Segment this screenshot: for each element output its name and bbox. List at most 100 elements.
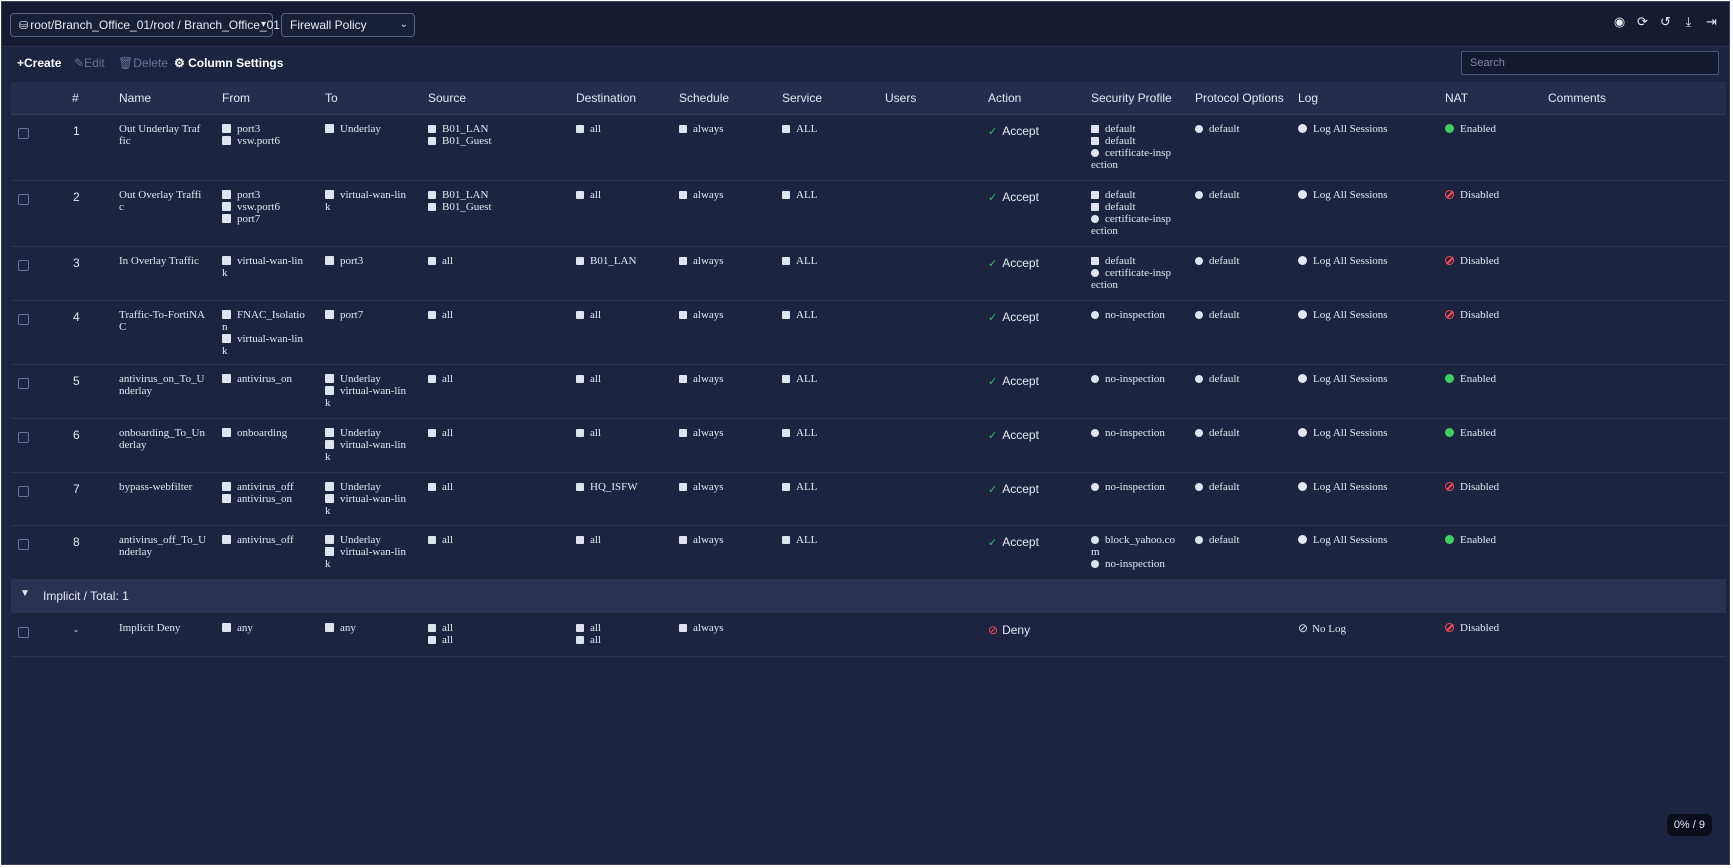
to-cell: any	[325, 622, 356, 634]
row-checkbox[interactable]	[18, 314, 29, 325]
chevron-down-icon: ⌄	[399, 19, 408, 30]
name-line: fic	[119, 135, 131, 147]
destination-cell: HQ_ISFW	[576, 481, 638, 493]
top-actions: ◉ ⟳ ↺ ⤓ ⇥	[1612, 14, 1719, 29]
pencil-icon: ✎	[74, 56, 85, 70]
dns-filter-icon	[1091, 536, 1099, 544]
col-from[interactable]: From	[222, 91, 250, 105]
log-icon	[1298, 310, 1307, 319]
table-row[interactable]: 4 Traffic-To-FortiNA C FNAC_Isolatio n v…	[11, 300, 1726, 365]
row-checkbox[interactable]	[18, 194, 29, 205]
calendar-icon	[679, 624, 687, 632]
log-icon	[1298, 374, 1307, 383]
row-checkbox[interactable]	[18, 128, 29, 139]
schedule-cell: always	[679, 189, 724, 201]
row-checkbox[interactable]	[18, 486, 29, 497]
service-cell: ALL	[782, 123, 817, 135]
protocol-icon	[1195, 191, 1203, 199]
search-input[interactable]	[1461, 51, 1719, 75]
table-row[interactable]: 1 Out Underlay Traf fic port3 vsw.port6 …	[11, 114, 1726, 181]
table-row[interactable]: 8 antivirus_off_To_U nderlay antivirus_o…	[11, 525, 1726, 580]
log-cell: Log All Sessions	[1298, 123, 1388, 135]
from-cell: onboarding	[222, 427, 287, 439]
column-settings-button[interactable]: ⚙ Column Settings	[174, 56, 283, 70]
no-log-icon: ⊘	[1298, 621, 1309, 635]
action-cell: ✓ Accept	[988, 190, 1039, 204]
nat-cell: Enabled	[1445, 534, 1496, 546]
row-checkbox[interactable]	[18, 260, 29, 271]
name-line: nderlay	[119, 385, 152, 397]
address-icon	[428, 191, 436, 199]
col-source[interactable]: Source	[428, 91, 466, 105]
address-icon	[428, 257, 436, 265]
enabled-icon	[1445, 428, 1454, 437]
destination-cell: all	[576, 373, 601, 385]
col-service[interactable]: Service	[782, 91, 822, 105]
address-icon	[428, 137, 436, 145]
col-nat[interactable]: NAT	[1445, 91, 1468, 105]
group-label: Implicit / Total: 1	[43, 589, 129, 603]
gear-icon: ⚙	[174, 56, 189, 70]
edit-button[interactable]: ✎Edit	[74, 56, 105, 70]
col-security-profile[interactable]: Security Profile	[1091, 91, 1172, 105]
table-row[interactable]: 6 onboarding_To_Un derlay onboarding Und…	[11, 418, 1726, 473]
col-number[interactable]: #	[72, 91, 79, 105]
port-icon	[325, 623, 334, 632]
export-icon[interactable]: ⇥	[1704, 14, 1719, 29]
implicit-group-header[interactable]: ▼ Implicit / Total: 1	[11, 579, 1726, 613]
policy-name: Implicit Deny	[119, 622, 181, 634]
col-name[interactable]: Name	[119, 91, 151, 105]
check-icon: ✓	[988, 430, 998, 442]
col-comments[interactable]: Comments	[1548, 91, 1606, 105]
protocol-options-cell: default	[1195, 189, 1240, 201]
port-icon	[222, 623, 231, 632]
col-protocol-options[interactable]: Protocol Options	[1195, 91, 1284, 105]
row-checkbox[interactable]	[18, 627, 29, 638]
table-row[interactable]: 5 antivirus_on_To_U nderlay antivirus_on…	[11, 364, 1726, 419]
security-profile-cell: no-inspection	[1091, 373, 1165, 385]
source-cell: all	[428, 481, 453, 493]
col-log[interactable]: Log	[1298, 91, 1318, 105]
col-users[interactable]: Users	[885, 91, 916, 105]
row-checkbox[interactable]	[18, 539, 29, 550]
table-row[interactable]: - Implicit Deny any any all all all all …	[11, 613, 1726, 657]
antivirus-icon	[1091, 191, 1099, 199]
from-cell: port3 vsw.port6 port7	[222, 189, 280, 225]
edit-label: Edit	[84, 56, 105, 70]
policy-name: bypass-webfilter	[119, 481, 192, 493]
row-checkbox[interactable]	[18, 378, 29, 389]
enabled-icon	[1445, 374, 1454, 383]
refresh-icon[interactable]: ⟳	[1635, 14, 1650, 29]
to-cell: Underlay virtual-wan-lin k	[325, 373, 406, 409]
table-row[interactable]: 2 Out Overlay Traffi c port3 vsw.port6 p…	[11, 180, 1726, 247]
eye-icon[interactable]: ◉	[1612, 14, 1627, 29]
history-icon[interactable]: ↺	[1658, 14, 1673, 29]
scope-select[interactable]: ⛁ root/Branch_Office_01/root / Branch_Off…	[10, 13, 280, 37]
policy-type-select[interactable]: Firewall Policy ⌄	[281, 13, 415, 37]
chevron-down-icon[interactable]: ▼	[20, 588, 30, 599]
schedule-cell: always	[679, 534, 724, 546]
col-to[interactable]: To	[325, 91, 338, 105]
address-icon	[428, 375, 436, 383]
create-button[interactable]: +Create	[17, 56, 61, 70]
row-checkbox[interactable]	[18, 432, 29, 443]
download-icon[interactable]: ⤓	[1681, 14, 1696, 29]
col-schedule[interactable]: Schedule	[679, 91, 729, 105]
to-cell: port3	[325, 255, 363, 267]
service-icon	[782, 375, 790, 383]
table-row[interactable]: 3 In Overlay Traffic virtual-wan-lin k p…	[11, 246, 1726, 301]
policy-window: ⛁ root/Branch_Office_01/root / Branch_Off…	[1, 1, 1730, 865]
schedule-cell: always	[679, 309, 724, 321]
port-icon	[325, 440, 334, 449]
action-cell: ✓ Accept	[988, 256, 1039, 270]
destination-cell: all	[576, 427, 601, 439]
nat-cell: Enabled	[1445, 123, 1496, 135]
delete-button[interactable]: 🗑Delete	[118, 56, 168, 70]
col-action[interactable]: Action	[988, 91, 1021, 105]
port-icon	[325, 310, 334, 319]
calendar-icon	[679, 483, 687, 491]
table-row[interactable]: 7 bypass-webfilter antivirus_off antivir…	[11, 472, 1726, 526]
check-icon: ✓	[988, 537, 998, 549]
policy-name: Traffic-To-FortiNA C	[119, 309, 205, 333]
col-destination[interactable]: Destination	[576, 91, 636, 105]
